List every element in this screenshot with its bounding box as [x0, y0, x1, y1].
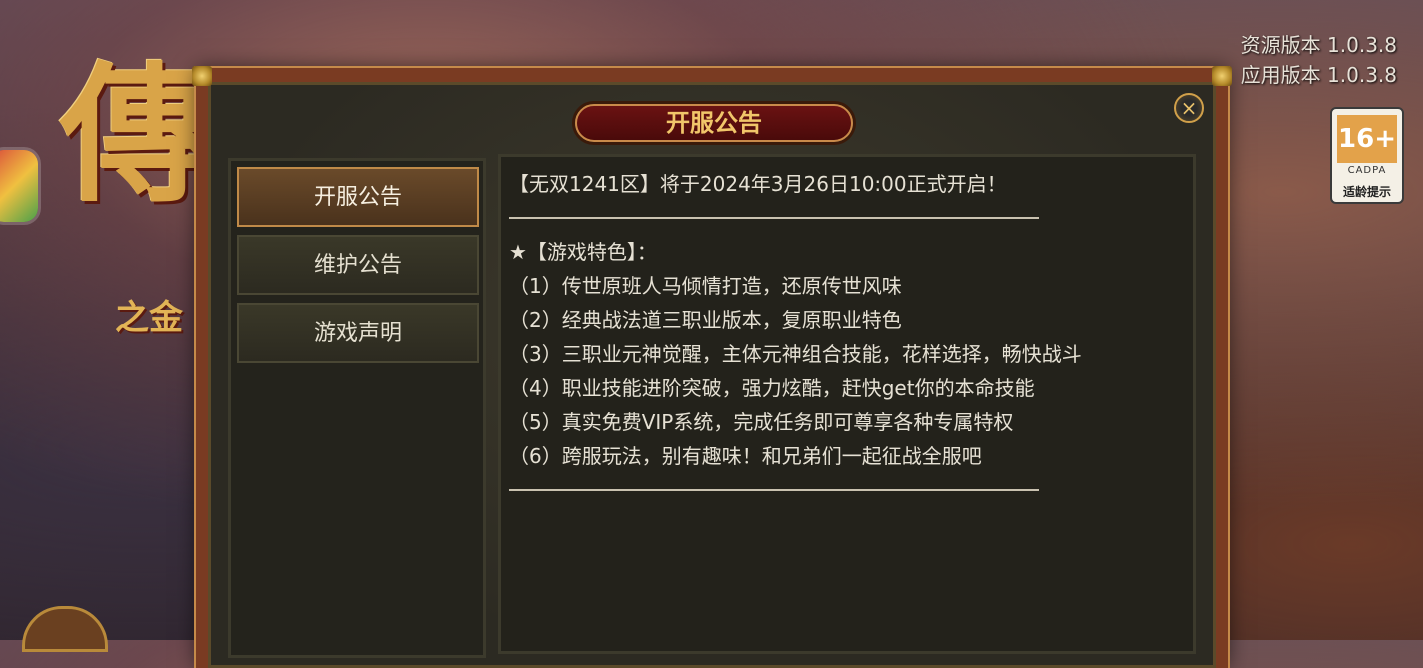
corner-ornament-icon: [192, 66, 212, 86]
announcement-headline: 【无双1241区】将于2024年3月26日10:00正式开启！: [509, 172, 1007, 196]
close-button[interactable]: ×: [1174, 93, 1204, 123]
dialog-title: 开服公告: [575, 104, 853, 142]
resource-version: 资源版本 1.0.3.8: [1240, 33, 1397, 57]
app-icon[interactable]: [0, 150, 38, 222]
game-logo-subtitle: 之金: [115, 298, 183, 338]
tab-maintenance-announcement[interactable]: 维护公告: [237, 235, 479, 295]
age-rating: 16+: [1337, 115, 1397, 163]
rating-tip: 适龄提示: [1342, 185, 1391, 199]
bottom-ornament-icon: [22, 606, 108, 652]
feature-item: （1）传世原班人马倾情打造，还原传世风味: [509, 274, 902, 298]
feature-item: （3）三职业元神觉醒，主体元神组合技能，花样选择，畅快战斗: [509, 342, 1082, 366]
age-rating-badge: 16+ CADPA 适龄提示: [1330, 107, 1404, 204]
tab-list: 开服公告 维护公告 游戏声明: [228, 158, 486, 658]
divider: [509, 489, 1039, 491]
features-title: ★【游戏特色】：: [509, 240, 657, 264]
tab-opening-announcement[interactable]: 开服公告: [237, 167, 479, 227]
rating-org: CADPA: [1347, 165, 1387, 176]
divider: [509, 217, 1039, 219]
corner-ornament-icon: [1212, 66, 1232, 86]
announcement-content: 【无双1241区】将于2024年3月26日10:00正式开启！ ★【游戏特色】：…: [498, 154, 1196, 654]
feature-item: （2）经典战法道三职业版本，复原职业特色: [509, 308, 902, 332]
version-info: 资源版本 1.0.3.8 应用版本 1.0.3.8: [1241, 30, 1397, 90]
feature-item: （5）真实免费VIP系统，完成任务即可尊享各种专属特权: [509, 410, 1014, 434]
tab-game-statement[interactable]: 游戏声明: [237, 303, 479, 363]
feature-item: （4）职业技能进阶突破，强力炫酷，赶快get你的本命技能: [509, 376, 1035, 400]
app-version: 应用版本 1.0.3.8: [1240, 63, 1397, 87]
feature-item: （6）跨服玩法，别有趣味！和兄弟们一起征战全服吧: [509, 444, 982, 468]
